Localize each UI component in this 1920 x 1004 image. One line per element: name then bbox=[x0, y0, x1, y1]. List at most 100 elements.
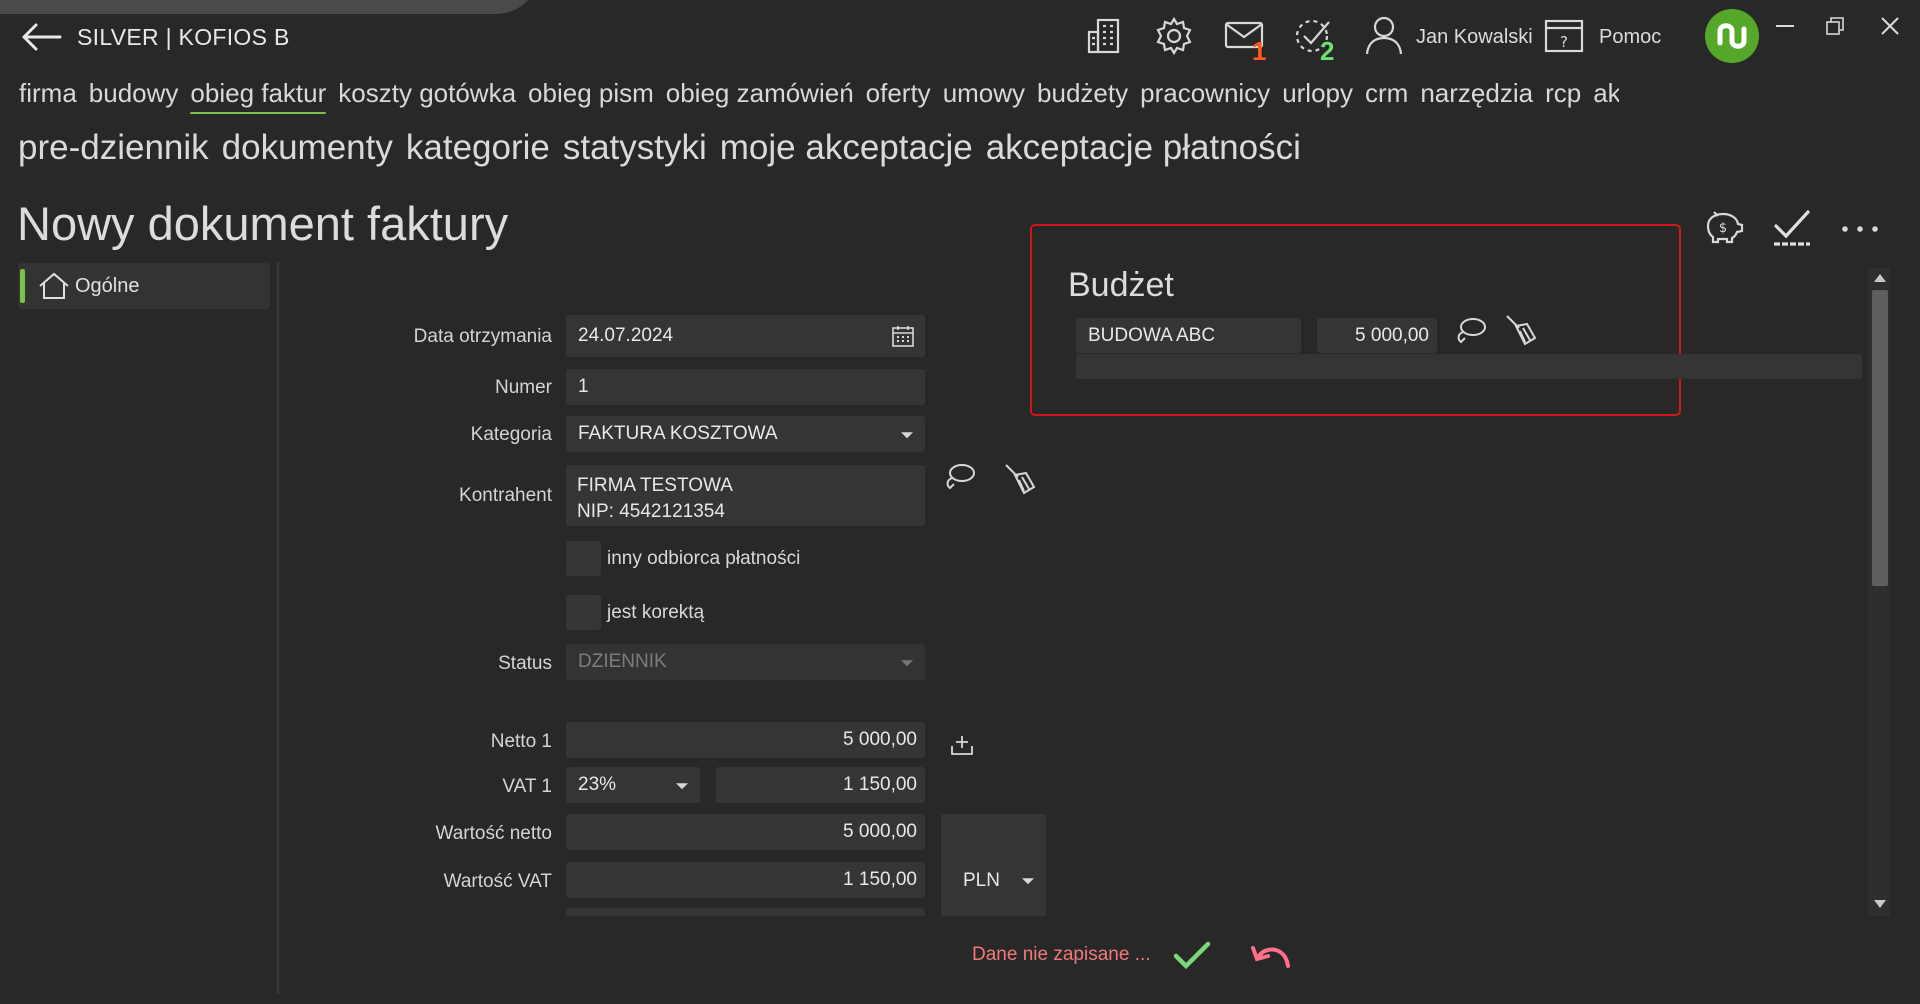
app-title: SILVER | KOFIOS B bbox=[77, 24, 290, 50]
net-total-field[interactable]: 5 000,00 bbox=[566, 814, 925, 850]
scroll-down-icon[interactable] bbox=[1874, 900, 1886, 908]
budget-lasso-icon[interactable] bbox=[1453, 316, 1487, 346]
nav-item-firma[interactable]: firma bbox=[19, 78, 77, 114]
vat-total-field[interactable]: 1 150,00 bbox=[566, 862, 925, 898]
contractor-field[interactable]: FIRMA TESTOWA NIP: 4542121354 bbox=[566, 465, 925, 526]
date-label: Data otrzymania bbox=[413, 326, 552, 347]
title-bar-shape bbox=[0, 0, 540, 14]
correction-label: jest korektą bbox=[607, 602, 705, 623]
budget-title: Budżet bbox=[1068, 266, 1174, 304]
nav-item-urlopy[interactable]: urlopy bbox=[1282, 78, 1353, 114]
net-total-value: 5 000,00 bbox=[843, 821, 917, 842]
vat1-amount-field[interactable]: 1 150,00 bbox=[716, 767, 925, 803]
budget-name-value: BUDOWA ABC bbox=[1088, 324, 1216, 346]
nav-item-pracownicy[interactable]: pracownicy bbox=[1140, 78, 1270, 114]
sidebar-item-ogolne[interactable]: Ogólne bbox=[18, 263, 270, 309]
nav-item-obieg-pism[interactable]: obieg pism bbox=[528, 78, 654, 114]
sidebar-divider bbox=[277, 262, 279, 994]
save-check-icon[interactable] bbox=[1772, 208, 1812, 248]
subnav-kategorie[interactable]: kategorie bbox=[406, 128, 550, 167]
netto1-value: 5 000,00 bbox=[843, 729, 917, 750]
help-label[interactable]: Pomoc bbox=[1599, 26, 1661, 49]
category-select[interactable]: FAKTURA KOSZTOWA bbox=[566, 416, 925, 452]
brand-logo-icon bbox=[1705, 9, 1759, 63]
nav-item-budowy[interactable]: budowy bbox=[89, 78, 179, 114]
budget-amount-field[interactable]: 5 000,00 bbox=[1317, 318, 1437, 353]
other-payee-label: inny odbiorca płatności bbox=[607, 548, 801, 569]
nav-item-rcp[interactable]: rcp bbox=[1545, 78, 1581, 114]
chevron-down-icon bbox=[901, 432, 913, 439]
budget-progress-bar bbox=[1076, 354, 1862, 379]
page-title: Nowy dokument faktury bbox=[17, 197, 509, 250]
other-payee-checkbox[interactable] bbox=[566, 541, 601, 576]
number-field[interactable]: 1 bbox=[566, 369, 925, 405]
correction-checkbox[interactable] bbox=[566, 595, 601, 630]
vat1-label: VAT 1 bbox=[502, 776, 552, 797]
vat1-rate-select[interactable]: 23% bbox=[566, 767, 700, 803]
home-icon bbox=[38, 272, 70, 300]
date-value: 24.07.2024 bbox=[578, 325, 674, 346]
budget-broom-icon[interactable] bbox=[1503, 314, 1537, 346]
unsaved-status-text: Dane nie zapisane ... bbox=[972, 944, 1151, 965]
subnav-akceptacje-platnosci[interactable]: akceptacje płatności bbox=[986, 128, 1301, 167]
lasso-select-icon[interactable] bbox=[942, 462, 976, 492]
contractor-label: Kontrahent bbox=[459, 485, 552, 506]
more-options-icon[interactable] bbox=[1840, 224, 1880, 234]
contractor-name: FIRMA TESTOWA bbox=[577, 475, 733, 496]
nav-item-koszty-gotowka[interactable]: koszty gotówka bbox=[338, 78, 516, 114]
vat1-amount-value: 1 150,00 bbox=[843, 774, 917, 795]
nav-item-oferty[interactable]: oferty bbox=[866, 78, 931, 114]
nav-item-akceptacje[interactable]: akceptacje bbox=[1593, 78, 1619, 114]
confirm-check-icon[interactable] bbox=[1172, 940, 1212, 970]
status-value: DZIENNIK bbox=[578, 651, 667, 672]
budget-name-field[interactable]: BUDOWA ABC bbox=[1076, 318, 1301, 353]
svg-text:$: $ bbox=[1719, 221, 1727, 236]
broom-clear-icon[interactable] bbox=[1002, 463, 1036, 495]
date-field[interactable]: 24.07.2024 bbox=[566, 315, 925, 357]
tasks-count-badge: 2 bbox=[1320, 36, 1335, 66]
nav-item-obieg-faktur[interactable]: obieg faktur bbox=[190, 78, 326, 114]
user-icon[interactable] bbox=[1364, 14, 1404, 56]
undo-icon[interactable] bbox=[1250, 940, 1292, 970]
gross-total-field[interactable] bbox=[566, 908, 925, 916]
number-label: Numer bbox=[494, 377, 552, 398]
sidebar-item-label: Ogólne bbox=[75, 275, 140, 297]
net-total-label: Wartość netto bbox=[435, 823, 552, 844]
back-arrow-icon[interactable] bbox=[20, 22, 62, 52]
subnav-moje-akceptacje[interactable]: moje akceptacje bbox=[720, 128, 973, 167]
contractor-nip: NIP: 4542121354 bbox=[577, 501, 725, 522]
status-select: DZIENNIK bbox=[566, 644, 925, 680]
active-indicator bbox=[20, 269, 25, 303]
budget-amount-value: 5 000,00 bbox=[1355, 324, 1429, 346]
piggy-bank-icon[interactable]: $ bbox=[1702, 208, 1744, 244]
nav-item-budzety[interactable]: budżety bbox=[1037, 78, 1128, 114]
subnav-statystyki[interactable]: statystyki bbox=[563, 128, 707, 167]
add-row-icon[interactable] bbox=[950, 734, 974, 756]
close-icon[interactable] bbox=[1880, 16, 1900, 36]
nav-item-narzedzia[interactable]: narzędzia bbox=[1420, 78, 1533, 114]
scroll-up-icon[interactable] bbox=[1874, 274, 1886, 282]
help-icon[interactable]: ? bbox=[1544, 18, 1584, 54]
subnav-pre-dziennik[interactable]: pre-dziennik bbox=[18, 128, 209, 167]
scrollbar-thumb[interactable] bbox=[1872, 290, 1888, 586]
netto1-label: Netto 1 bbox=[490, 731, 552, 752]
netto1-field[interactable]: 5 000,00 bbox=[566, 722, 925, 758]
category-label: Kategoria bbox=[470, 424, 552, 445]
sub-navigation: pre-dziennik dokumenty kategorie statystyki… bbox=[18, 128, 1314, 168]
calendar-icon[interactable] bbox=[891, 324, 915, 348]
nav-item-umowy[interactable]: umowy bbox=[943, 78, 1025, 114]
gear-icon[interactable] bbox=[1154, 16, 1194, 56]
currency-select[interactable]: PLN bbox=[941, 814, 1046, 916]
nav-item-obieg-zamowien[interactable]: obieg zamówień bbox=[666, 78, 854, 114]
nav-item-crm[interactable]: crm bbox=[1365, 78, 1408, 114]
vat-total-value: 1 150,00 bbox=[843, 869, 917, 890]
subnav-dokumenty[interactable]: dokumenty bbox=[222, 128, 393, 167]
restore-icon[interactable] bbox=[1825, 16, 1845, 36]
user-name[interactable]: Jan Kowalski bbox=[1416, 26, 1533, 49]
status-label: Status bbox=[498, 653, 552, 674]
chevron-down-icon bbox=[901, 660, 913, 667]
building-icon[interactable] bbox=[1085, 16, 1125, 56]
vat-total-label: Wartość VAT bbox=[443, 871, 552, 892]
minimize-icon[interactable] bbox=[1776, 24, 1794, 28]
chevron-down-icon bbox=[1022, 878, 1034, 885]
